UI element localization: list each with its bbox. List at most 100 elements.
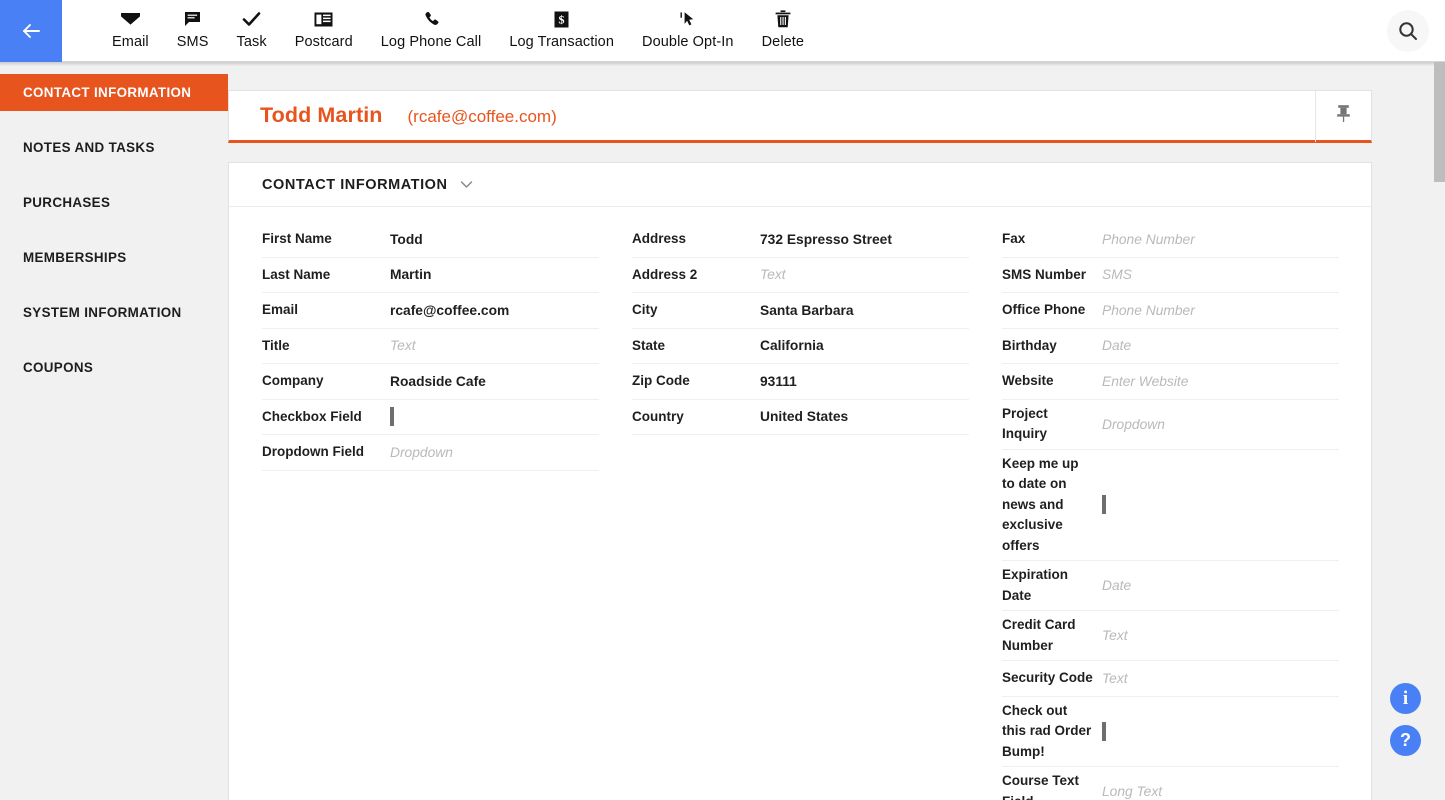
field-value[interactable]: Text: [1102, 671, 1339, 686]
trash-icon: [775, 8, 791, 30]
field-value[interactable]: Date: [1102, 338, 1339, 353]
sidebar-item-label: MEMBERSHIPS: [23, 250, 127, 265]
action-email[interactable]: Email: [98, 0, 163, 50]
field-label: Zip Code: [632, 371, 760, 392]
field-value[interactable]: Phone Number: [1102, 303, 1339, 318]
field-value[interactable]: Roadside Cafe: [390, 374, 599, 389]
field-value[interactable]: Enter Website: [1102, 374, 1339, 389]
nav-spacer: [0, 276, 228, 294]
field-dropdown-field[interactable]: Dropdown Field Dropdown: [262, 435, 599, 471]
sidebar-item-memberships[interactable]: MEMBERSHIPS: [0, 239, 228, 276]
sidebar-item-contact-information[interactable]: CONTACT INFORMATION: [0, 74, 228, 111]
sidebar-item-label: PURCHASES: [23, 195, 110, 210]
action-double-opt-in[interactable]: Double Opt-In: [628, 0, 748, 50]
field-value[interactable]: Martin: [390, 267, 599, 282]
field-value[interactable]: Dropdown: [1102, 417, 1339, 432]
field-credit-card-number[interactable]: Credit Card Number Text: [1002, 611, 1339, 661]
help-button[interactable]: ?: [1390, 725, 1421, 756]
checkmark-icon: [242, 8, 261, 30]
field-fax[interactable]: Fax Phone Number: [1002, 222, 1339, 258]
field-expiration-date[interactable]: Expiration Date Date: [1002, 561, 1339, 611]
back-button[interactable]: [0, 0, 62, 62]
field-value[interactable]: Todd: [390, 232, 599, 247]
action-sms[interactable]: SMS: [163, 0, 223, 50]
field-email[interactable]: Email rcafe@coffee.com: [262, 293, 599, 329]
field-city[interactable]: City Santa Barbara: [632, 293, 969, 329]
field-label: City: [632, 300, 760, 321]
page-scrollbar-track[interactable]: [1434, 62, 1445, 800]
column-address: Address 732 Espresso Street Address 2 Te…: [599, 222, 969, 800]
field-first-name[interactable]: First Name Todd: [262, 222, 599, 258]
pin-icon: [1335, 104, 1352, 128]
field-checkbox-field[interactable]: Checkbox Field: [262, 400, 599, 436]
field-value[interactable]: 732 Espresso Street: [760, 232, 969, 247]
search-button[interactable]: [1371, 0, 1445, 62]
field-value[interactable]: Santa Barbara: [760, 303, 969, 318]
checkbox-input[interactable]: [1102, 495, 1106, 514]
field-website[interactable]: Website Enter Website: [1002, 364, 1339, 400]
section-header-contact-information[interactable]: CONTACT INFORMATION: [229, 163, 1371, 207]
field-value[interactable]: Text: [760, 267, 969, 282]
sidebar-item-coupons[interactable]: COUPONS: [0, 349, 228, 386]
dollar-bill-icon: $: [554, 8, 569, 30]
field-value[interactable]: Phone Number: [1102, 232, 1339, 247]
column-other: Fax Phone Number SMS Number SMS Office P…: [969, 222, 1339, 800]
info-button[interactable]: i: [1390, 683, 1421, 714]
field-security-code[interactable]: Security Code Text: [1002, 661, 1339, 697]
field-birthday[interactable]: Birthday Date: [1002, 329, 1339, 365]
checkbox-input[interactable]: [390, 407, 394, 426]
field-address[interactable]: Address 732 Espresso Street: [632, 222, 969, 258]
field-company[interactable]: Company Roadside Cafe: [262, 364, 599, 400]
field-course-text-field[interactable]: Course Text Field Long Text: [1002, 767, 1339, 800]
sidebar-nav: CONTACT INFORMATION NOTES AND TASKS PURC…: [0, 62, 228, 800]
field-label: Title: [262, 336, 390, 357]
field-last-name[interactable]: Last Name Martin: [262, 258, 599, 294]
field-label: Course Text Field: [1002, 771, 1102, 800]
field-value[interactable]: Text: [390, 338, 599, 353]
sidebar-item-label: NOTES AND TASKS: [23, 140, 155, 155]
field-title[interactable]: Title Text: [262, 329, 599, 365]
field-label: First Name: [262, 229, 390, 250]
field-value-checkbox: [1102, 497, 1339, 512]
field-order-bump[interactable]: Check out this rad Order Bump!: [1002, 697, 1339, 768]
action-label: Log Transaction: [509, 34, 614, 50]
field-value[interactable]: Long Text: [1102, 784, 1339, 799]
field-value[interactable]: Dropdown: [390, 445, 599, 460]
field-value-checkbox: [1102, 724, 1339, 739]
checkbox-input[interactable]: [1102, 722, 1106, 741]
sidebar-item-system-information[interactable]: SYSTEM INFORMATION: [0, 294, 228, 331]
field-newsletter-optin[interactable]: Keep me up to date on news and exclusive…: [1002, 450, 1339, 562]
field-value[interactable]: California: [760, 338, 969, 353]
page-scrollbar-thumb[interactable]: [1434, 62, 1445, 182]
field-value[interactable]: 93111: [760, 374, 969, 389]
sidebar-item-purchases[interactable]: PURCHASES: [0, 184, 228, 221]
action-label: Email: [112, 34, 149, 50]
action-postcard[interactable]: Postcard: [281, 0, 367, 50]
field-value[interactable]: SMS: [1102, 267, 1339, 282]
field-value[interactable]: Date: [1102, 578, 1339, 593]
action-delete[interactable]: Delete: [748, 0, 819, 50]
field-country[interactable]: Country United States: [632, 400, 969, 436]
field-office-phone[interactable]: Office Phone Phone Number: [1002, 293, 1339, 329]
field-label: Keep me up to date on news and exclusive…: [1002, 454, 1102, 557]
field-sms-number[interactable]: SMS Number SMS: [1002, 258, 1339, 294]
action-log-phone-call[interactable]: Log Phone Call: [367, 0, 496, 50]
field-state[interactable]: State California: [632, 329, 969, 365]
field-zip-code[interactable]: Zip Code 93111: [632, 364, 969, 400]
action-task[interactable]: Task: [223, 0, 281, 50]
pin-button[interactable]: [1315, 89, 1371, 142]
field-label: Check out this rad Order Bump!: [1002, 701, 1102, 763]
field-value[interactable]: rcafe@coffee.com: [390, 303, 599, 318]
chat-bubble-icon: [184, 8, 201, 30]
action-label: Double Opt-In: [642, 34, 734, 50]
field-address-2[interactable]: Address 2 Text: [632, 258, 969, 294]
field-value[interactable]: United States: [760, 409, 969, 424]
action-log-transaction[interactable]: $ Log Transaction: [495, 0, 628, 50]
arrow-left-icon: [18, 18, 44, 44]
question-mark-icon: ?: [1400, 730, 1411, 751]
sidebar-item-label: CONTACT INFORMATION: [23, 85, 191, 100]
sidebar-item-notes-and-tasks[interactable]: NOTES AND TASKS: [0, 129, 228, 166]
field-project-inquiry[interactable]: Project Inquiry Dropdown: [1002, 400, 1339, 450]
cursor-click-icon: [678, 8, 697, 30]
field-value[interactable]: Text: [1102, 628, 1339, 643]
